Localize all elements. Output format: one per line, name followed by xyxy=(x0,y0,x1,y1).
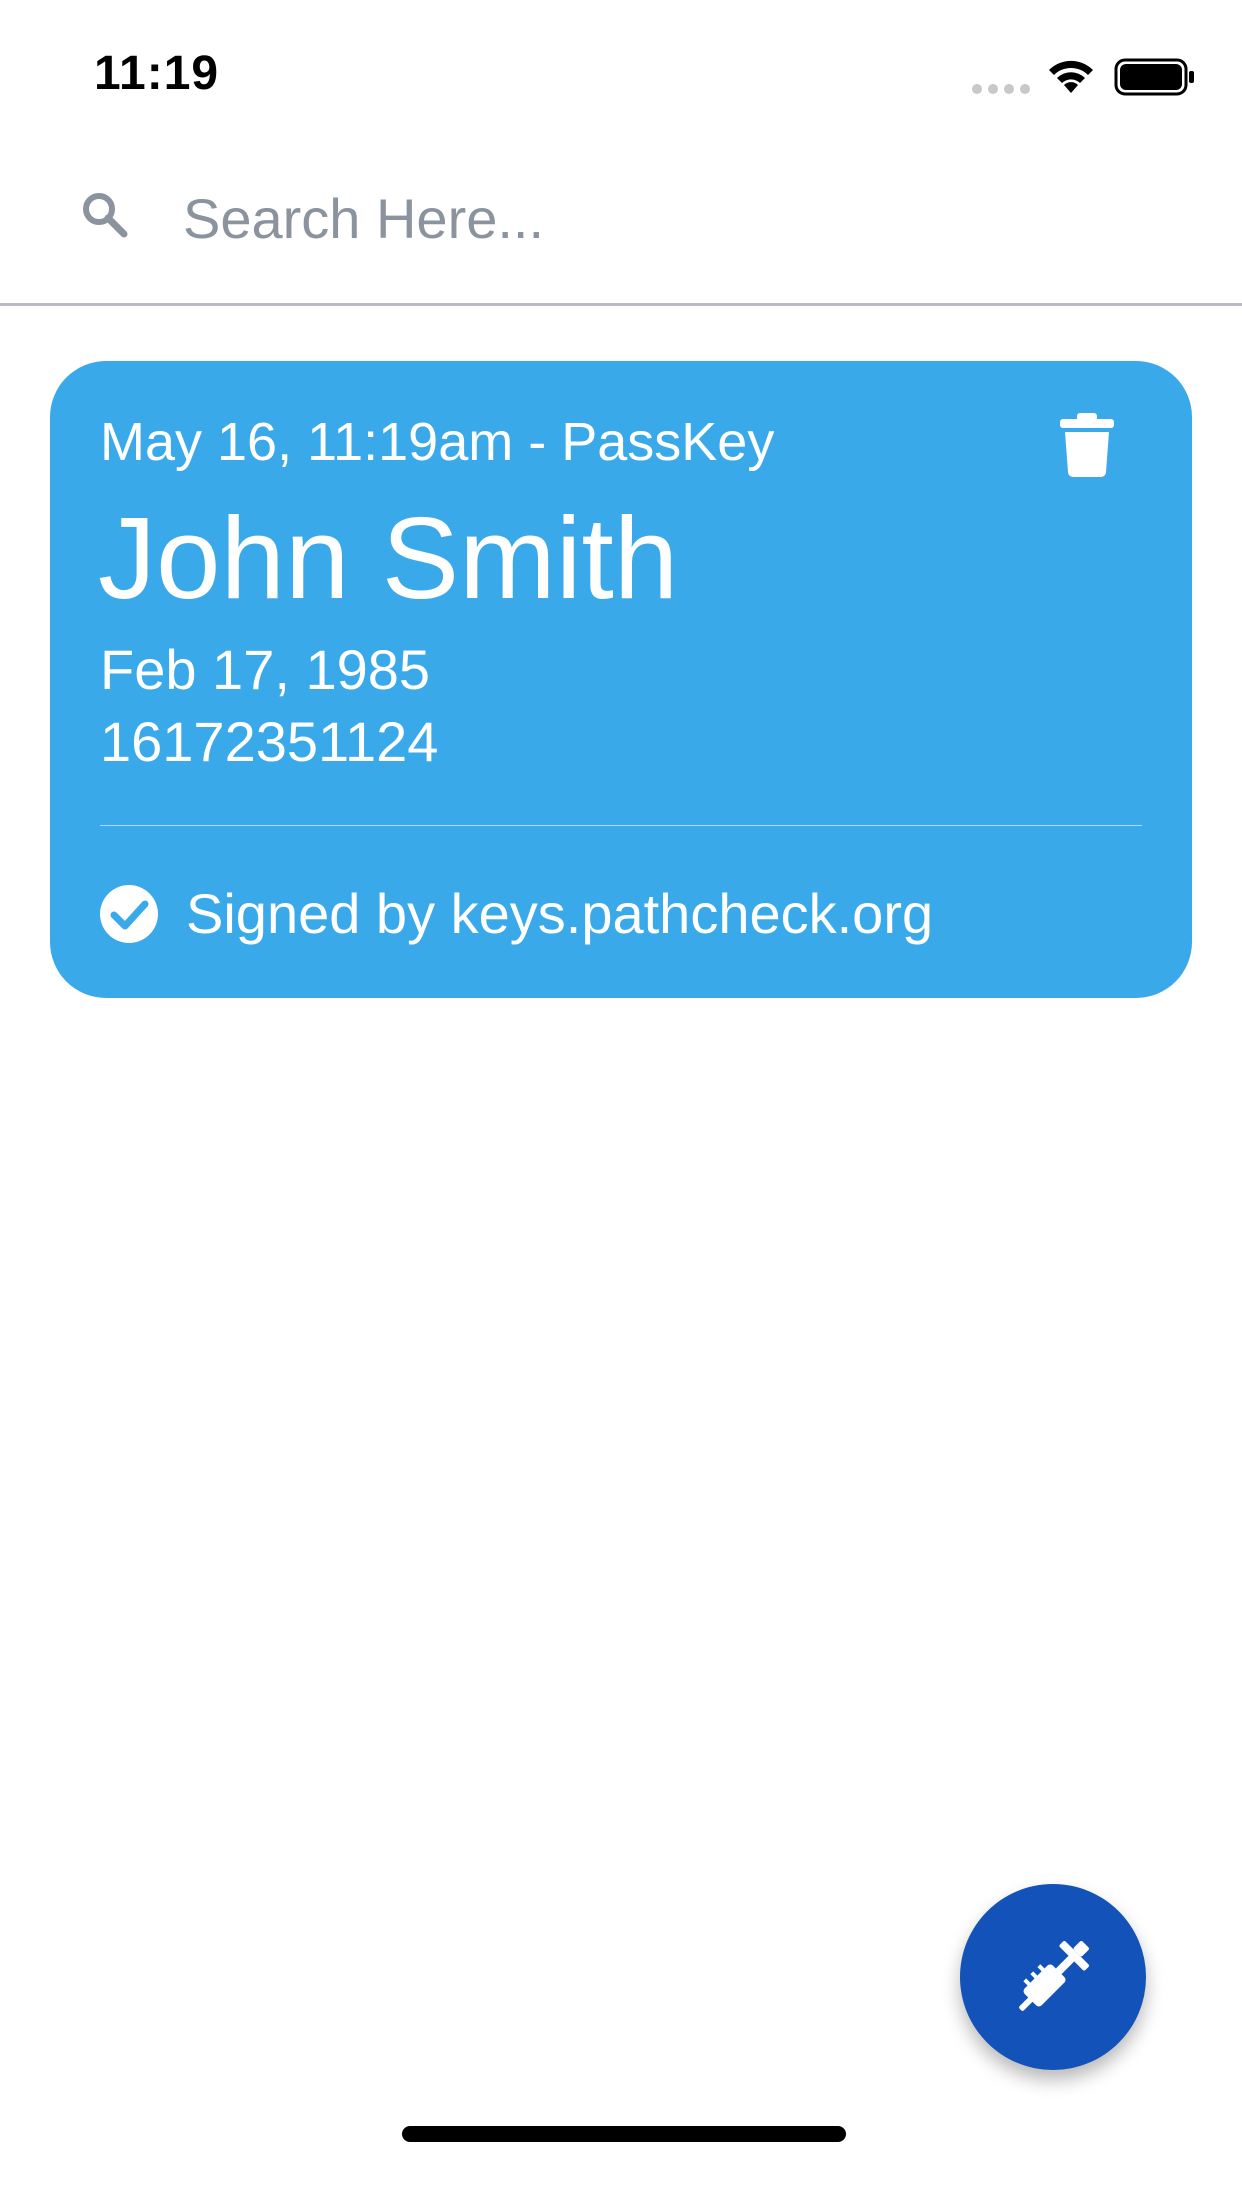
cellular-signal-icon xyxy=(972,84,1032,94)
trash-icon[interactable] xyxy=(1060,413,1114,477)
card-phone-number: 16172351124 xyxy=(100,710,439,773)
wifi-icon xyxy=(1049,60,1093,93)
search-icon xyxy=(83,193,128,238)
search-bar xyxy=(0,150,1242,306)
status-time: 11:19 xyxy=(94,47,220,100)
add-vaccine-button[interactable] xyxy=(960,1884,1146,2070)
card-date-of-birth: Feb 17, 1985 xyxy=(100,638,431,701)
pass-card[interactable]: May 16, 11:19am - PassKey John Smith Feb… xyxy=(50,361,1192,998)
signature-status: Signed by keys.pathcheck.org xyxy=(186,882,934,945)
home-indicator[interactable] xyxy=(402,2126,846,2142)
search-input[interactable] xyxy=(183,178,1183,258)
syringe-icon xyxy=(1019,1941,1089,2011)
battery-icon xyxy=(1114,58,1194,96)
status-bar: 11:19 xyxy=(0,0,1242,150)
card-holder-name: John Smith xyxy=(98,493,679,623)
card-date-source: May 16, 11:19am - PassKey xyxy=(100,412,775,472)
check-circle-icon xyxy=(100,885,158,943)
card-divider xyxy=(100,825,1142,826)
